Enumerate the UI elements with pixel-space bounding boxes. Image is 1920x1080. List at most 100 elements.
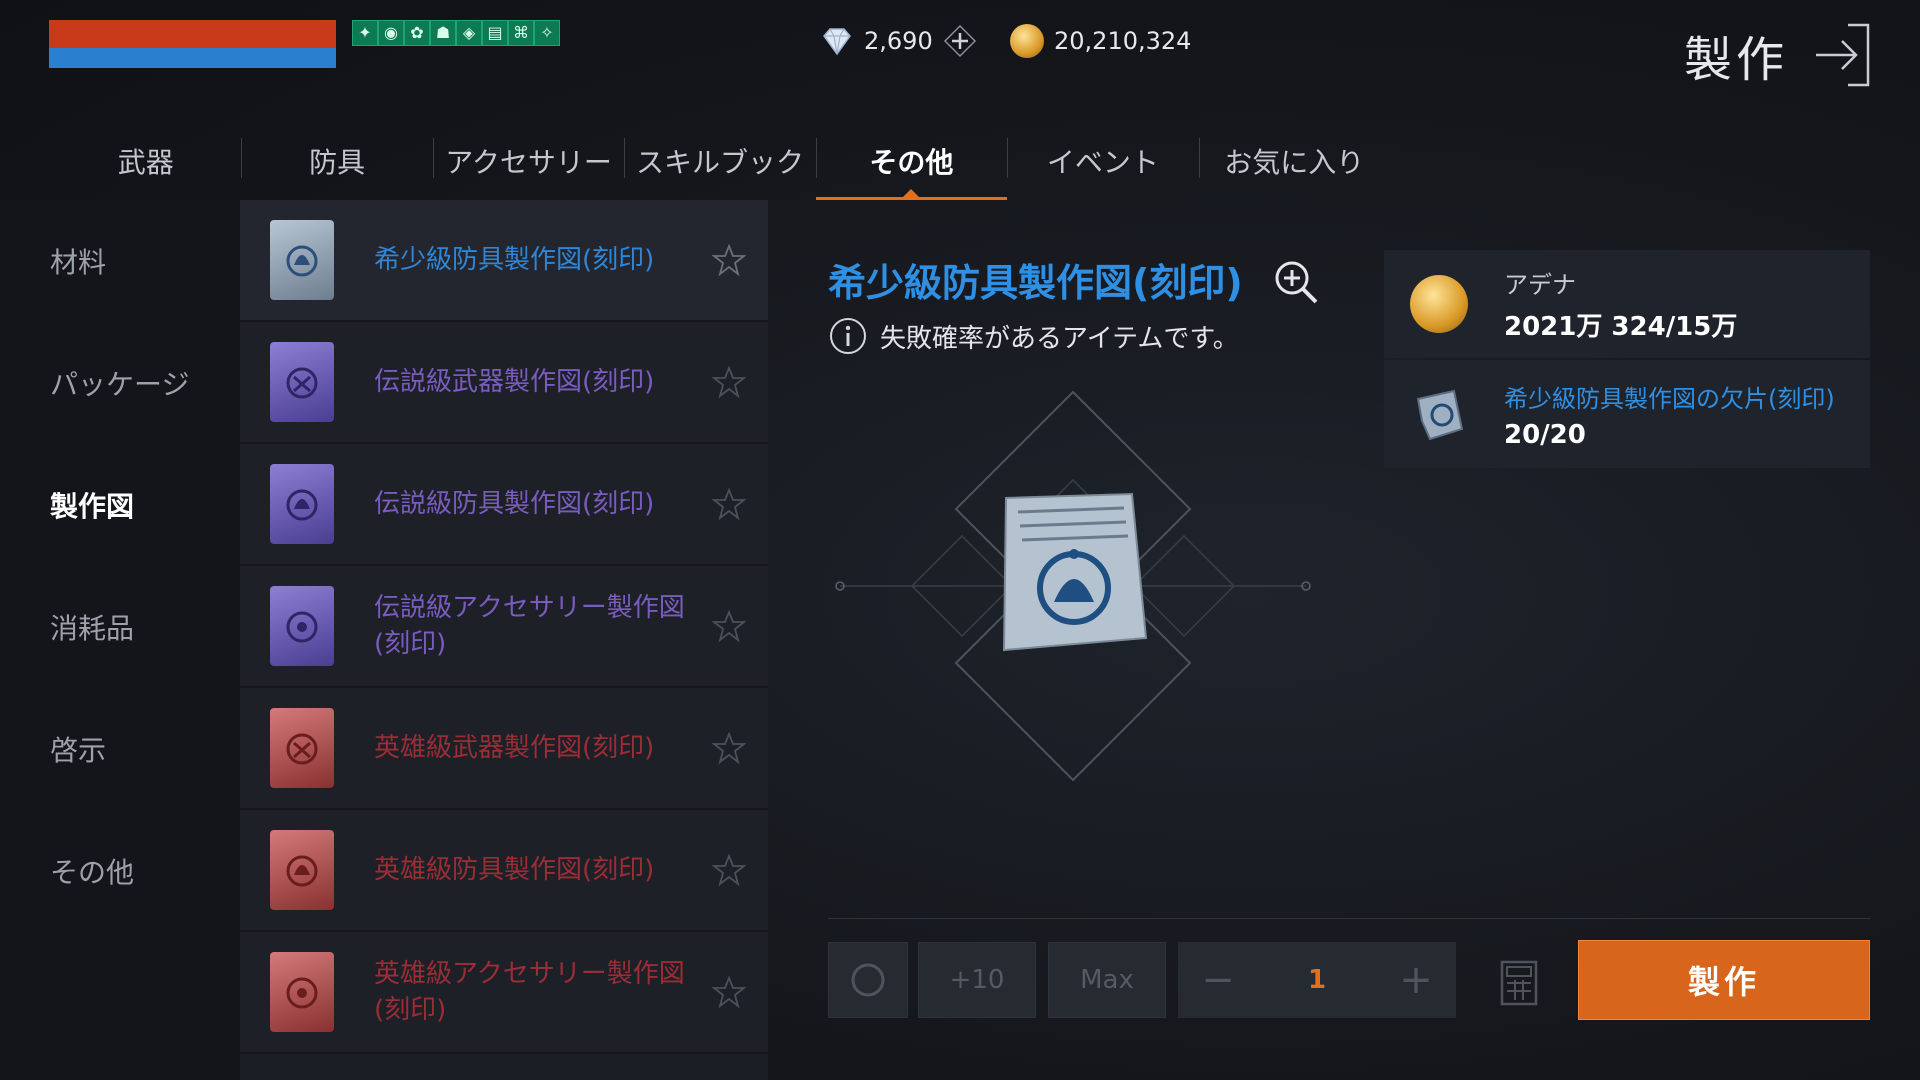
blueprint-scroll-icon xyxy=(270,952,334,1032)
favorite-star-icon[interactable] xyxy=(712,731,746,765)
item-name: 希少級防具製作図(刻印) xyxy=(374,245,655,275)
craft-button-label: 製作 xyxy=(1687,963,1760,1001)
blueprint-fragment-icon xyxy=(1416,389,1464,441)
favorite-star-icon[interactable] xyxy=(712,487,746,521)
list-item[interactable]: 伝説級アクセサリー製作図(刻印) xyxy=(240,566,768,688)
tab-label: イベント xyxy=(1046,146,1159,179)
item-name: 伝説級アクセサリー製作図(刻印) xyxy=(374,593,685,659)
calculator-icon[interactable] xyxy=(1500,960,1538,1006)
item-name: 英雄級アクセサリー製作図(刻印) xyxy=(374,959,685,1025)
sidebar-item-materials[interactable]: 材料 xyxy=(0,200,240,322)
mp-bar xyxy=(49,48,336,68)
decrease-button[interactable]: − xyxy=(1198,957,1238,1003)
blueprint-scroll-icon xyxy=(270,220,334,300)
buff-5-icon: ◈ xyxy=(456,20,482,46)
tab-armor[interactable]: 防具 xyxy=(241,122,432,200)
list-item[interactable]: 英雄級防具製作図(刻印) xyxy=(240,810,768,932)
sidebar-item-label: その他 xyxy=(50,856,135,889)
item-name: 伝説級武器製作図(刻印) xyxy=(374,367,655,397)
buff-6-icon: ▤ xyxy=(482,20,508,46)
sidebar-item-revelation[interactable]: 啓示 xyxy=(0,688,240,810)
list-item[interactable]: 希少級防具製作図(刻印) xyxy=(240,200,768,322)
sidebar-item-label: 消耗品 xyxy=(50,612,135,645)
active-tab-caret xyxy=(903,189,920,197)
hp-bar xyxy=(49,20,336,48)
material-row: アデナ 2021万 324/15万 xyxy=(1384,250,1870,358)
sidebar-item-blueprints[interactable]: 製作図 xyxy=(0,444,240,566)
diamond-amount: 2,690 xyxy=(864,27,933,55)
material-row[interactable]: 希少級防具製作図の欠片(刻印) 20/20 xyxy=(1384,360,1870,468)
gold-amount: 20,210,324 xyxy=(1054,27,1192,55)
sidebar-item-consumables[interactable]: 消耗品 xyxy=(0,566,240,688)
info-icon xyxy=(830,318,866,354)
tab-label: 武器 xyxy=(117,146,174,179)
favorite-star-icon[interactable] xyxy=(712,975,746,1009)
buff-3-icon: ✿ xyxy=(404,20,430,46)
blueprint-scroll-icon xyxy=(270,708,334,788)
favorite-star-icon[interactable] xyxy=(712,853,746,887)
tab-favorites[interactable]: お気に入り xyxy=(1198,122,1390,200)
blueprint-scroll-icon xyxy=(270,830,334,910)
buff-4-icon: ☗ xyxy=(430,20,456,46)
max-label: Max xyxy=(1080,965,1134,995)
category-tabs: 武器 防具 アクセサリー スキルブック その他 イベント お気に入り xyxy=(50,122,1390,200)
item-preview-image xyxy=(835,390,1311,782)
blueprint-scroll-icon xyxy=(270,342,334,422)
sidebar-item-label: パッケージ xyxy=(50,368,190,401)
sidebar-item-label: 啓示 xyxy=(50,734,107,767)
reset-icon xyxy=(851,963,885,997)
max-button[interactable]: Max xyxy=(1048,942,1166,1018)
detail-title: 希少級防具製作図(刻印) xyxy=(828,261,1243,305)
item-list: 希少級防具製作図(刻印) 伝説級武器製作図(刻印) 伝説級防具製作図(刻印) 伝… xyxy=(240,200,768,1080)
list-item[interactable]: 英雄級武器製作図(刻印) xyxy=(240,688,768,810)
materials-panel: アデナ 2021万 324/15万 希少級防具製作図の欠片(刻印) 20/20 xyxy=(1384,250,1870,470)
plus-ten-label: +10 xyxy=(949,965,1005,995)
gold-currency: 20,210,324 xyxy=(1010,24,1191,58)
tab-other[interactable]: その他 xyxy=(815,122,1008,200)
sidebar-item-label: 材料 xyxy=(50,246,107,279)
tab-label: お気に入り xyxy=(1224,146,1365,179)
quantity-value[interactable]: 1 xyxy=(1308,965,1326,995)
add-diamond-plus-icon[interactable] xyxy=(943,24,977,58)
blueprint-scroll-icon xyxy=(270,464,334,544)
sidebar-item-other[interactable]: その他 xyxy=(0,810,240,932)
material-name: アデナ xyxy=(1504,271,1576,299)
reset-button[interactable] xyxy=(828,942,908,1018)
list-item[interactable]: 英雄級アクセサリー製作図(刻印) xyxy=(240,932,768,1054)
increase-button[interactable]: + xyxy=(1396,957,1436,1003)
material-quantity: 20/20 xyxy=(1504,419,1586,450)
material-quantity: 2021万 324/15万 xyxy=(1504,312,1738,342)
favorite-star-icon[interactable] xyxy=(712,609,746,643)
sidebar-item-packages[interactable]: パッケージ xyxy=(0,322,240,444)
craft-button[interactable]: 製作 xyxy=(1578,940,1870,1020)
controls-divider xyxy=(828,918,1870,919)
tab-skillbooks[interactable]: スキルブック xyxy=(624,122,815,200)
plus-ten-button[interactable]: +10 xyxy=(918,942,1036,1018)
buff-8-icon: ✧ xyxy=(534,20,560,46)
item-name: 英雄級防具製作図(刻印) xyxy=(374,855,655,885)
blueprint-scroll-icon xyxy=(270,586,334,666)
item-name: 英雄級武器製作図(刻印) xyxy=(374,733,655,763)
material-info: 希少級防具製作図の欠片(刻印) 20/20 xyxy=(1504,379,1835,450)
tab-label: スキルブック xyxy=(635,146,804,179)
zoom-in-icon[interactable] xyxy=(1272,258,1320,306)
top-bar: ✦ ◉ ✿ ☗ ◈ ▤ ⌘ ✧ 2,690 20,210,324 製作 xyxy=(0,0,1920,92)
tab-label: 防具 xyxy=(309,146,366,179)
list-item[interactable]: 伝説級武器製作図(刻印) xyxy=(240,322,768,444)
buff-1-icon: ✦ xyxy=(352,20,378,46)
favorite-star-icon[interactable] xyxy=(712,365,746,399)
tab-accessories[interactable]: アクセサリー xyxy=(432,122,624,200)
favorite-star-icon[interactable] xyxy=(712,243,746,277)
material-name: 希少級防具製作図の欠片(刻印) xyxy=(1504,384,1835,413)
quantity-stepper: − 1 + xyxy=(1178,942,1456,1018)
tab-event[interactable]: イベント xyxy=(1007,122,1198,200)
sub-category-sidebar: 材料 パッケージ 製作図 消耗品 啓示 その他 xyxy=(0,200,240,1080)
buff-list: ✦ ◉ ✿ ☗ ◈ ▤ ⌘ ✧ xyxy=(352,20,560,46)
list-item[interactable]: 伝説級防具製作図(刻印) xyxy=(240,444,768,566)
adena-coin-icon xyxy=(1010,24,1044,58)
tab-label: アクセサリー xyxy=(445,146,612,179)
exit-icon[interactable] xyxy=(1812,21,1872,89)
adena-coin-icon xyxy=(1410,275,1468,333)
material-info: アデナ 2021万 324/15万 xyxy=(1504,265,1737,343)
tab-weapons[interactable]: 武器 xyxy=(50,122,241,200)
